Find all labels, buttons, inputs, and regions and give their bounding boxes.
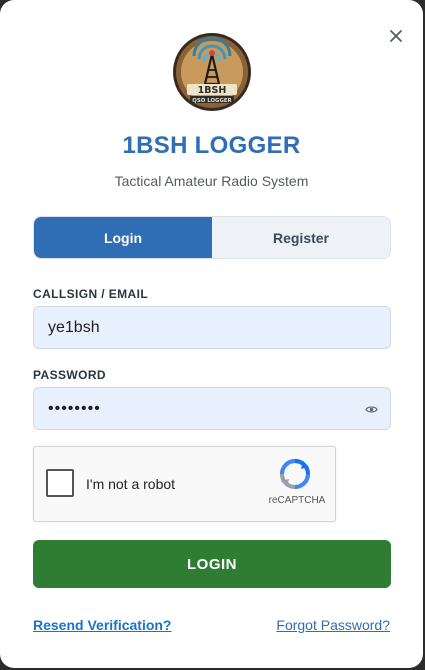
app-title: 1BSH LOGGER bbox=[122, 132, 301, 159]
auth-tabs: Login Register bbox=[33, 216, 391, 259]
password-label: PASSWORD bbox=[33, 368, 106, 382]
tab-login[interactable]: Login bbox=[34, 217, 212, 258]
recaptcha-brand: reCAPTCHA bbox=[268, 495, 326, 506]
resend-verification-link[interactable]: Resend Verification? bbox=[33, 617, 171, 633]
app-subtitle: Tactical Amateur Radio System bbox=[114, 173, 309, 189]
recaptcha-icon bbox=[279, 458, 311, 490]
tab-register[interactable]: Register bbox=[212, 217, 390, 258]
login-modal: 1BSH QSO LOGGER 1BSH LOGGER Tactical Ama… bbox=[0, 0, 423, 668]
close-icon[interactable] bbox=[387, 27, 405, 45]
svg-text:QSO LOGGER: QSO LOGGER bbox=[192, 98, 232, 104]
recaptcha-label: I'm not a robot bbox=[86, 476, 176, 492]
eye-icon[interactable] bbox=[365, 403, 378, 416]
callsign-label: CALLSIGN / EMAIL bbox=[33, 287, 149, 301]
app-logo: 1BSH QSO LOGGER bbox=[173, 33, 251, 111]
login-button[interactable]: LOGIN bbox=[33, 540, 391, 588]
recaptcha-widget: I'm not a robot reCAPTCHA bbox=[33, 446, 336, 522]
svg-text:1BSH: 1BSH bbox=[198, 85, 227, 96]
recaptcha-checkbox[interactable] bbox=[46, 469, 74, 497]
forgot-password-link[interactable]: Forgot Password? bbox=[276, 617, 390, 633]
password-input[interactable] bbox=[33, 387, 391, 430]
callsign-input[interactable] bbox=[33, 306, 391, 349]
